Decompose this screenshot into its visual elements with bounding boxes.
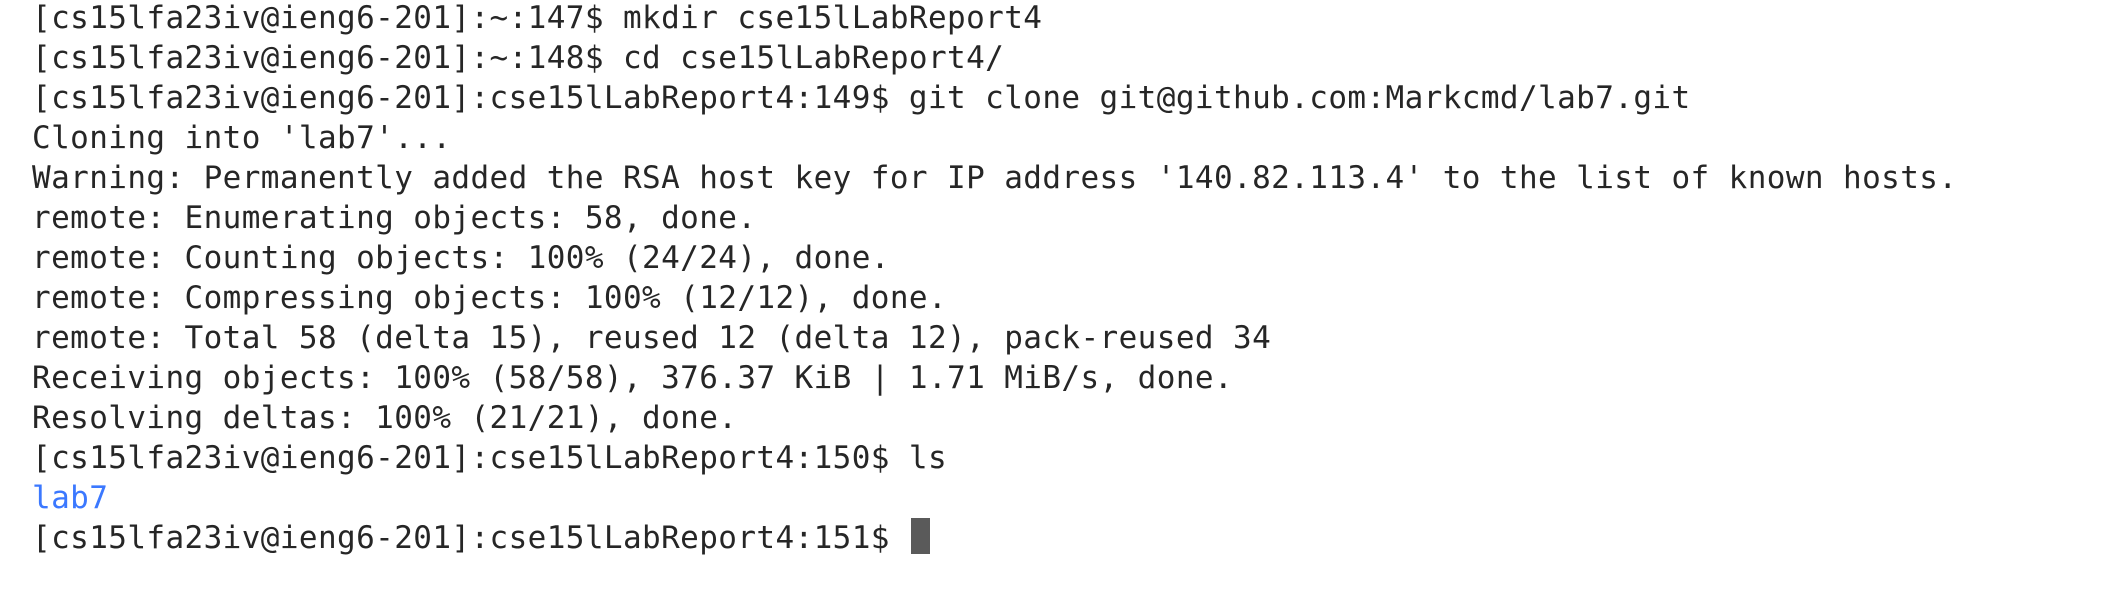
terminal-line-mkdir: [cs15lfa23iv@ieng6-201]:~:147$ mkdir cse… (32, 0, 1043, 36)
terminal-window[interactable]: [cs15lfa23iv@ieng6-201]:~:147$ mkdir cse… (0, 0, 2105, 602)
terminal-line-cd: [cs15lfa23iv@ieng6-201]:~:148$ cd cse15l… (32, 40, 1005, 76)
terminal-cursor (910, 518, 930, 554)
terminal-line-total: remote: Total 58 (delta 15), reused 12 (… (32, 320, 1272, 356)
terminal-line-resolving: Resolving deltas: 100% (21/21), done. (32, 400, 738, 436)
terminal-line-receiving: Receiving objects: 100% (58/58), 376.37 … (32, 360, 1234, 396)
terminal-line-counting: remote: Counting objects: 100% (24/24), … (32, 240, 890, 276)
terminal-line-ls: [cs15lfa23iv@ieng6-201]:cse15lLabReport4… (32, 440, 948, 476)
terminal-line-warning: Warning: Permanently added the RSA host … (32, 160, 1958, 196)
terminal-input-line[interactable]: [cs15lfa23iv@ieng6-201]:cse15lLabReport4… (32, 518, 2105, 558)
ls-output-directory: lab7 (32, 480, 109, 516)
terminal-line-git-clone: [cs15lfa23iv@ieng6-201]:cse15lLabReport4… (32, 80, 1691, 116)
terminal-line-cloning: Cloning into 'lab7'... (32, 120, 452, 156)
terminal-line-enumerating: remote: Enumerating objects: 58, done. (32, 200, 757, 236)
terminal-prompt: [cs15lfa23iv@ieng6-201]:cse15lLabReport4… (32, 520, 909, 556)
terminal-line-compressing: remote: Compressing objects: 100% (12/12… (32, 280, 948, 316)
